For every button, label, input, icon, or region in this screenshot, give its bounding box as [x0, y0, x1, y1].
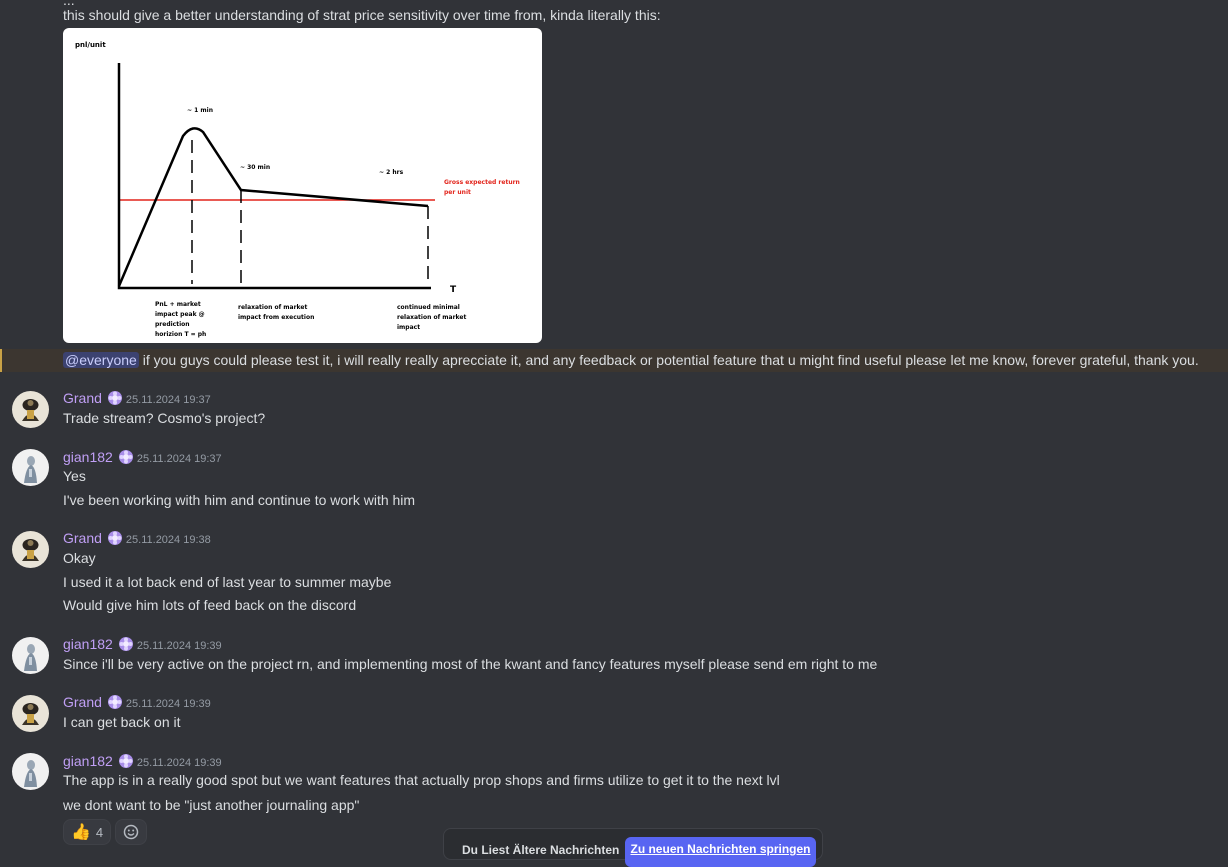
avatar-grand[interactable]	[12, 531, 49, 568]
message-text: I used it a lot back end of last year to…	[63, 574, 392, 590]
annotation-1-line-4: horizion T = ph	[155, 331, 206, 338]
smiley-add-icon	[123, 824, 139, 840]
message-text: The app is in a really good spot but we …	[63, 772, 780, 788]
message-header: Grand 25.11.2024 19:39	[63, 693, 211, 713]
late-label: ~ 2 hrs	[379, 169, 404, 176]
username[interactable]: gian182	[63, 449, 113, 465]
annotation-1-line-3: prediction	[155, 321, 190, 328]
thumbs-up-reaction[interactable]: 👍 4	[63, 819, 112, 845]
pnl-sketch-image: pnl/unit ~ 1 min ~ 30 min ~ 2 hrs T PnL …	[75, 41, 520, 338]
annotation-3-line-2: relaxation of market	[397, 314, 466, 321]
role-flower-icon	[118, 637, 133, 651]
timestamp: 25.11.2024 19:37	[136, 453, 222, 465]
older-messages-bar: Du Liest Ältere Nachrichten Zu neuen Nac…	[443, 828, 823, 867]
message-header: Grand 25.11.2024 19:38	[63, 529, 211, 549]
annotation-3-line-3: impact	[397, 324, 420, 331]
role-flower-icon	[118, 450, 133, 464]
message-text: Yes	[63, 468, 86, 484]
message-header: gian182 25.11.2024 19:39	[63, 752, 222, 772]
username[interactable]: Grand	[63, 530, 102, 546]
avatar-grand[interactable]	[12, 695, 49, 732]
annotation-2-line-2: impact from execution	[238, 314, 314, 321]
role-flower-icon	[118, 754, 133, 768]
red-label-line-2: per unit	[444, 189, 471, 196]
add-reaction-button[interactable]	[115, 819, 148, 845]
username[interactable]: gian182	[63, 636, 113, 652]
annotation-1-line-2: impact peak @	[155, 311, 205, 318]
y-axis-label: pnl/unit	[75, 41, 106, 49]
avatar-gian182[interactable]	[12, 637, 49, 674]
older-messages-text: Du Liest Ältere Nachrichten	[462, 843, 620, 857]
timestamp: 25.11.2024 19:39	[125, 698, 211, 710]
image-attachment[interactable]: pnl/unit ~ 1 min ~ 30 min ~ 2 hrs T PnL …	[63, 28, 542, 343]
peak-label: ~ 1 min	[187, 107, 213, 114]
x-axis-label: T	[450, 285, 457, 295]
message-text: Would give him lots of feed back on the …	[63, 597, 357, 613]
message-text: I've been working with him and continue …	[63, 492, 416, 508]
mid-label: ~ 30 min	[240, 164, 270, 171]
username[interactable]: gian182	[63, 753, 113, 769]
role-flower-icon	[107, 391, 122, 405]
reaction-count: 4	[95, 824, 104, 840]
thumbs-up-icon: 👍	[71, 824, 91, 841]
annotation-3-line-1: continued minimal	[397, 304, 460, 311]
username[interactable]: Grand	[63, 694, 102, 710]
message-header: Grand 25.11.2024 19:37	[63, 389, 211, 409]
everyone-mention[interactable]: @everyone	[63, 352, 139, 368]
username[interactable]: Grand	[63, 390, 102, 406]
message-text: this should give a better understanding …	[63, 7, 661, 23]
annotation-2-line-1: relaxation of market	[238, 304, 307, 311]
message-header: gian182 25.11.2024 19:39	[63, 635, 222, 655]
timestamp: 25.11.2024 19:37	[125, 394, 211, 406]
timestamp: 25.11.2024 19:38	[125, 534, 211, 546]
everyone-message: @everyone if you guys could please test …	[63, 351, 1199, 369]
avatar-gian182[interactable]	[12, 753, 49, 790]
timestamp: 25.11.2024 19:39	[136, 640, 222, 652]
message-header: gian182 25.11.2024 19:37	[63, 448, 222, 468]
message-text: Trade stream? Cosmo's project?	[63, 410, 266, 426]
timestamp: 25.11.2024 19:39	[136, 757, 222, 769]
pnl-curve	[117, 127, 429, 287]
message-text: Since i'll be very active on the project…	[63, 656, 878, 672]
jump-to-new-messages-button[interactable]: Zu neuen Nachrichten springen	[625, 837, 816, 867]
red-label-line-1: Gross expected return	[444, 179, 520, 186]
everyone-message-text: if you guys could please test it, i will…	[138, 352, 1199, 368]
message-text: Okay	[63, 550, 96, 566]
annotation-1-line-1: PnL + market	[155, 301, 201, 308]
role-flower-icon	[107, 695, 122, 709]
message-text: we dont want to be "just another journal…	[63, 797, 360, 813]
avatar-gian182[interactable]	[12, 449, 49, 486]
message-text: I can get back on it	[63, 714, 181, 730]
avatar-grand[interactable]	[12, 391, 49, 428]
reactions-bar: 👍 4	[63, 819, 148, 845]
role-flower-icon	[107, 531, 122, 545]
